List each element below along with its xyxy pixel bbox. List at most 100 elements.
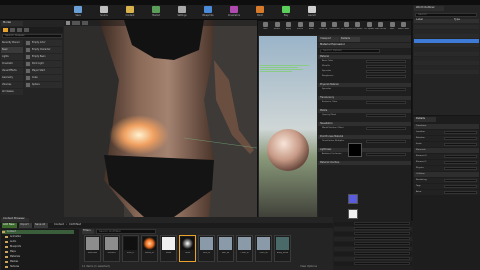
modes-item[interactable]: Point Light [25,61,62,67]
outliner-row[interactable] [414,52,479,56]
material-editor-button[interactable]: Home [306,22,317,34]
material-editor-button[interactable]: Browse [272,22,283,34]
cinematics-button[interactable]: Cinematics [222,6,246,19]
property-row[interactable] [334,232,412,236]
save-all-button[interactable]: Save All [34,223,48,228]
detail-row[interactable]: Actor [414,190,479,195]
material-editor-button[interactable]: Live Update [364,22,375,34]
details-section-header[interactable]: Physical Material [318,83,411,87]
property-value-field[interactable] [366,101,406,104]
details-section-header[interactable]: Translucency [318,96,411,100]
view-options-button[interactable]: View Options [300,265,330,269]
asset-tile[interactable]: Cloth_M [236,235,253,262]
modes-item[interactable]: Player Start [25,68,62,74]
property-value-field[interactable] [366,140,406,143]
detail-value-field[interactable] [444,179,477,182]
detail-row[interactable]: Physics [414,166,479,171]
texture-sample-black[interactable] [348,143,362,157]
detail-row[interactable]: Location [414,130,479,135]
breadcrumb-content[interactable]: Content [54,223,64,227]
material-editor-button[interactable]: Mobile Stats [398,22,409,34]
property-value-field[interactable] [366,70,406,73]
property-value-field[interactable] [366,65,406,68]
detail-row[interactable]: Scale [414,142,479,147]
details-section-header[interactable]: Material [318,55,411,59]
texture-sample-blue[interactable] [348,194,358,204]
material-graph[interactable]: Viewport Details Material Expression Sea… [318,36,411,222]
landscape-mode-icon[interactable] [17,28,22,32]
modes-category[interactable]: Geometry [1,75,23,81]
detail-row[interactable]: Rotation [414,136,479,141]
asset-tile[interactable]: Skin_M [198,235,215,262]
outliner-search-input[interactable]: Search [415,13,477,17]
folder-tree-item[interactable]: Textures [5,265,77,269]
asset-tile[interactable]: Mask [160,235,177,262]
modes-item[interactable]: Cube [25,75,62,81]
content-search-input[interactable]: Search ClothTest [96,229,156,234]
property-value-field[interactable] [366,153,406,156]
material-editor-button[interactable]: Connectors [329,22,340,34]
detail-value-field[interactable] [444,161,477,164]
property-value-field[interactable] [354,262,410,265]
material-editor-button[interactable]: Stats [387,22,398,34]
property-row[interactable] [334,262,412,266]
folder-tree-item[interactable]: Blueprints [5,245,77,249]
material-editor-button[interactable]: Live Nodes [352,22,363,34]
property-value-field[interactable] [354,252,410,255]
modes-item[interactable]: Empty Character [25,47,62,53]
import-button[interactable]: Import [19,223,32,228]
detail-row[interactable]: Transform [414,124,479,129]
modes-item[interactable]: Empty Pawn [25,54,62,60]
property-value-field[interactable] [354,222,410,225]
outliner-row[interactable] [414,56,479,61]
folder-tree-item[interactable]: Animation [5,235,77,239]
content-browser-tab[interactable]: Content Browser [1,217,29,222]
perspective-icon[interactable] [72,21,80,25]
outliner-row[interactable] [414,70,479,74]
property-row[interactable] [334,237,412,241]
property-value-field[interactable] [354,227,410,230]
property-value-field[interactable] [354,242,410,245]
property-row[interactable] [334,252,412,256]
detail-value-field[interactable] [444,185,477,188]
save-button[interactable]: Save [66,6,90,19]
detail-row[interactable]: Tags [414,184,479,189]
outliner-row[interactable] [414,29,479,34]
detail-value-field[interactable] [444,131,477,134]
breadcrumb-folder[interactable]: ClothTest [69,223,81,227]
tab-details[interactable]: Details [340,37,360,42]
asset-tile[interactable]: Shirt_D [122,235,139,262]
property-value-field[interactable] [354,257,410,260]
launch-button[interactable]: Launch [300,6,324,19]
asset-tile[interactable]: Textures [103,235,120,262]
settings-button[interactable]: Settings [170,6,194,19]
modes-category[interactable]: Visual Effects [1,68,23,74]
modes-category[interactable]: All Classes [1,89,23,95]
detail-value-field[interactable] [444,191,477,194]
modes-search-input[interactable]: Search Classes [2,34,62,38]
folder-tree-item[interactable]: Maps [5,250,77,254]
detail-value-field[interactable] [444,167,477,170]
foliage-mode-icon[interactable] [24,28,29,32]
outliner-row[interactable] [414,34,479,38]
asset-tile[interactable]: Body_Mesh [274,235,291,262]
outliner-row[interactable] [414,47,479,52]
detail-value-field[interactable] [444,137,477,140]
modes-category[interactable]: Recently Placed [1,40,23,46]
property-value-field[interactable] [354,232,410,235]
material-editor-button[interactable]: Save [260,22,271,34]
property-value-field[interactable] [366,114,406,117]
lit-mode-icon[interactable] [82,21,88,25]
detail-row[interactable]: Element 1 [414,160,479,165]
detail-row[interactable]: Rendering [414,178,479,183]
material-editor-button[interactable]: Live Preview [341,22,352,34]
blueprints-button[interactable]: Blueprints [196,6,220,19]
folder-tree-item[interactable]: Audio [5,240,77,244]
modes-tab[interactable]: Modes [1,21,23,26]
add-new-button[interactable]: Add New [2,223,17,228]
build-button[interactable]: Build [248,6,272,19]
folder-tree-item[interactable]: Content [2,230,74,234]
tab-viewport[interactable]: Viewport [319,37,339,42]
asset-tile[interactable]: Skin_MI [217,235,234,262]
material-preview-viewport[interactable] [259,36,317,222]
